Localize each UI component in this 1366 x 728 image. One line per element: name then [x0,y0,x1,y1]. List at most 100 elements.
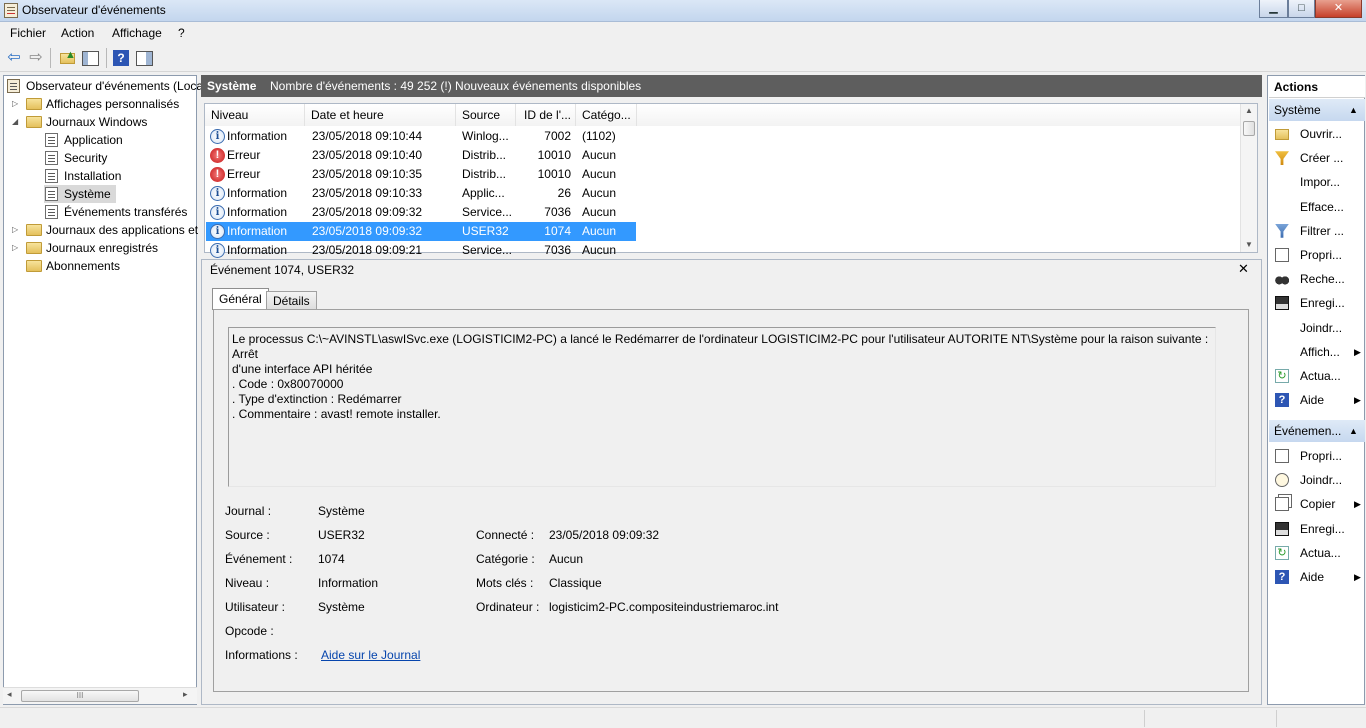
events-list: Niveau Date et heure Source ID de l'... … [204,103,1258,258]
detail-title: Événement 1074, USER32 [210,263,355,277]
actions-section-evenement[interactable]: Événemen... ▲ [1269,420,1365,442]
action-item[interactable]: Ouvrir... [1269,122,1365,146]
cell-source: Distrib... [462,167,507,181]
scroll-thumb[interactable]: III [21,690,139,702]
filter-icon [1275,223,1289,238]
action-item[interactable]: Impor... [1269,170,1365,194]
cell-level: Information [227,224,288,238]
action-item[interactable]: Propri... [1269,243,1365,267]
action-item[interactable]: Enregi... [1269,291,1365,315]
action-item[interactable]: Enregi... [1269,517,1365,541]
show-hide-tree-icon[interactable] [79,47,101,69]
menu-affichage[interactable]: Affichage [112,26,162,40]
action-item[interactable]: Propri... [1269,444,1365,468]
table-row[interactable]: ! Erreur 23/05/2018 09:10:40 Distrib... 1001… [206,146,636,165]
action-item[interactable]: Affich... ▶ [1269,340,1365,364]
menu-action[interactable]: Action [61,26,94,40]
action-item[interactable]: ? Aide ▶ [1269,565,1365,589]
label-journal: Journal : [225,504,272,518]
scroll-up-icon[interactable]: ▲ [1245,106,1253,115]
minimize-button[interactable]: ▁ [1259,0,1288,18]
log-header: Système Nombre d'événements : 49 252 (!)… [201,75,1262,97]
table-row[interactable]: i Information 23/05/2018 09:09:32 USER32 107… [206,222,636,241]
tab-details[interactable]: Détails [266,291,317,310]
folder-icon [26,116,42,128]
label-opcode: Opcode : [225,624,274,638]
action-label: Filtrer ... [1300,223,1344,238]
console-tree: Observateur d'événements (Loca ▷ Afficha… [3,75,203,705]
action-item[interactable]: ↻ Actua... [1269,541,1365,565]
action-item[interactable]: Copier ▶ [1269,492,1365,516]
scroll-left-icon[interactable]: ◂ [7,689,12,700]
collapse-arrow-icon[interactable]: ▲ [1349,420,1358,442]
table-row[interactable]: i Information 23/05/2018 09:09:21 Service..… [206,241,636,260]
column-header-niveau[interactable]: Niveau [205,104,305,126]
action-item[interactable]: Joindr... [1269,316,1365,340]
scroll-right-icon[interactable]: ▸ [183,689,188,700]
cell-date: 23/05/2018 09:10:44 [312,129,423,143]
toolbar-separator [50,48,51,68]
event-count-summary: Nombre d'événements : 49 252 (!) Nouveau… [270,79,642,93]
help-icon[interactable]: ? [110,47,132,69]
action-item[interactable]: ? Aide ▶ [1269,388,1365,412]
action-item[interactable]: ↻ Actua... [1269,364,1365,388]
log-icon [45,187,58,201]
show-hide-actions-icon[interactable] [133,47,155,69]
tree-horizontal-scrollbar[interactable]: ◂ III ▸ [3,687,197,704]
table-row[interactable]: i Information 23/05/2018 09:09:32 Service..… [206,203,636,222]
value-niveau: Information [318,576,379,590]
label-categorie: Catégorie : [476,552,535,566]
label-ordinateur: Ordinateur : [476,600,540,614]
action-item[interactable]: Joindr... [1269,468,1365,492]
forward-arrow-icon[interactable]: ⇨ [25,47,47,69]
window-title: Observateur d'événements [22,3,166,17]
actions-section-systeme[interactable]: Système ▲ [1269,99,1365,121]
back-arrow-icon[interactable]: ⇦ [3,47,25,69]
expand-arrow-icon[interactable]: ▷ [12,226,20,234]
expand-arrow-icon[interactable]: ▷ [12,244,20,252]
cell-level: Erreur [227,167,261,181]
column-header-id[interactable]: ID de l'... [516,104,576,126]
action-label: Actua... [1300,545,1341,560]
menu-fichier[interactable]: Fichier [10,26,46,40]
action-item[interactable]: Filtrer ... [1269,219,1365,243]
folder-icon [26,242,42,254]
cell-date: 23/05/2018 09:09:32 [312,205,423,219]
tab-general[interactable]: Général [212,288,269,310]
close-button[interactable]: ✕ [1315,0,1362,18]
close-detail-icon[interactable]: ✕ [1238,261,1249,277]
collapse-arrow-icon[interactable]: ◢ [12,118,20,126]
table-row[interactable]: i Information 23/05/2018 09:10:33 Applic...… [206,184,636,203]
menu-bar: Fichier Action Affichage ? [0,22,1366,43]
tree-item-systeme[interactable]: Système [44,185,116,203]
column-header-date[interactable]: Date et heure [305,104,456,126]
events-vertical-scrollbar[interactable]: ▲ ▼ [1240,104,1257,252]
event-message[interactable]: Le processus C:\~AVINSTL\aswISvc.exe (LO… [228,327,1216,487]
column-header-source[interactable]: Source [456,104,516,126]
expand-arrow-icon[interactable]: ▷ [12,100,20,108]
action-item[interactable]: Efface... [1269,195,1365,219]
collapse-arrow-icon[interactable]: ▲ [1349,99,1358,121]
value-source: USER32 [318,528,365,542]
maximize-button[interactable]: □ [1288,0,1315,18]
cell-source: Service... [462,205,513,219]
value-journal: Système [318,504,365,518]
action-item[interactable]: Créer ... [1269,146,1365,170]
help-log-link[interactable]: Aide sur le Journal [321,648,420,662]
properties-icon [1275,248,1289,262]
up-folder-icon[interactable]: ▲ [56,47,78,69]
cell-category: (1102) [582,129,616,143]
value-mots-cles: Classique [549,576,602,590]
table-row[interactable]: i Information 23/05/2018 09:10:44 Winlog...… [206,127,636,146]
column-header-category[interactable]: Catégo... [576,104,637,126]
label-mots-cles: Mots clés : [476,576,534,590]
menu-help[interactable]: ? [178,26,185,40]
create-view-icon [1275,151,1289,166]
scroll-down-icon[interactable]: ▼ [1245,240,1253,249]
action-item[interactable]: Reche... [1269,267,1365,291]
action-label: Copier [1300,497,1336,512]
toolbar: ⇦ ⇨ ▲ ? [0,43,1366,72]
table-row[interactable]: ! Erreur 23/05/2018 09:10:35 Distrib... 1001… [206,165,636,184]
scroll-thumb[interactable] [1243,121,1255,136]
cell-date: 23/05/2018 09:10:40 [312,148,423,162]
